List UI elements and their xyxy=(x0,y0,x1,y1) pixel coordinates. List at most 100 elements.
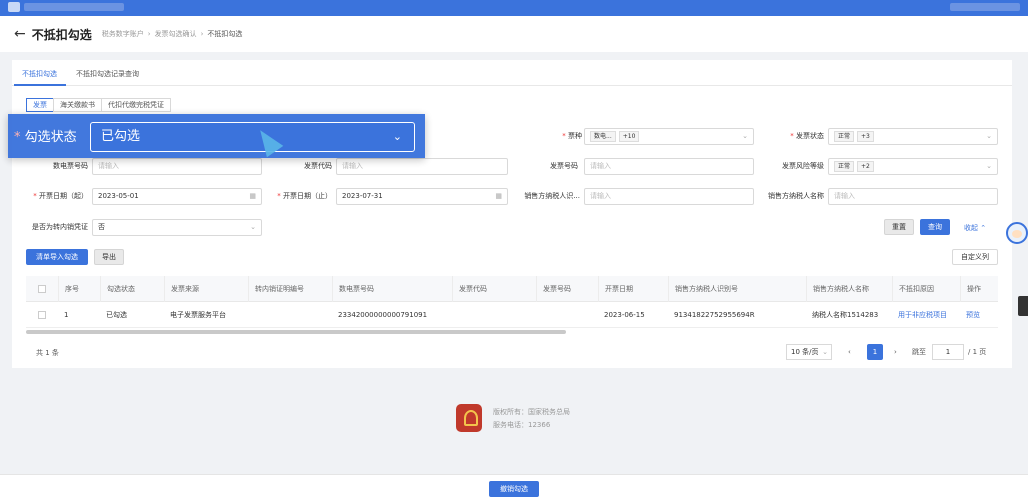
seller-id-label: 销售方纳税人识... xyxy=(524,192,580,200)
tax-bureau-emblem-icon xyxy=(456,404,482,432)
seller-name-label: 销售方纳税人名称 xyxy=(768,192,824,200)
custom-columns-button[interactable]: 自定义列 xyxy=(952,249,998,265)
digital-no-label: 数电票号码 xyxy=(53,162,88,170)
col-source: 发票来源 xyxy=(164,276,248,302)
calendar-icon: ▦ xyxy=(249,192,256,200)
col-date: 开票日期 xyxy=(598,276,668,302)
chevron-up-icon: ⌃ xyxy=(980,224,987,232)
app-name-blurred xyxy=(24,3,124,11)
assistant-mascot-icon[interactable] xyxy=(1004,216,1028,252)
bottom-action-bar: 撤销勾选 xyxy=(0,474,1028,501)
cell-transfer-no xyxy=(248,302,332,328)
collapse-link[interactable]: 收起 ⌃ xyxy=(964,223,986,233)
tab-bar: 不抵扣勾选 不抵扣勾选记录查询 xyxy=(12,60,1012,86)
cancel-selection-button[interactable]: 撤销勾选 xyxy=(489,481,539,497)
breadcrumb-current: 不抵扣勾选 xyxy=(207,30,243,38)
chevron-down-icon: ⌄ xyxy=(742,132,748,140)
col-index: 序号 xyxy=(58,276,100,302)
invoice-status-select[interactable]: 正常 +3 ⌄ xyxy=(828,128,998,145)
breadcrumb-item[interactable]: 发票勾选确认 xyxy=(155,30,197,38)
active-tab-indicator xyxy=(14,84,66,86)
subtab-invoice[interactable]: 发票 xyxy=(26,98,54,112)
table-row[interactable]: 1 已勾选 电子发票服务平台 23342000000000791091 2023… xyxy=(26,302,998,328)
invoice-no-input[interactable]: 请输入 xyxy=(584,158,754,175)
chevron-down-icon: ⌄ xyxy=(392,130,402,143)
subtab-withholding[interactable]: 代扣代缴完税凭证 xyxy=(101,98,171,112)
digital-no-input[interactable]: 请输入 xyxy=(92,158,262,175)
page-number-current[interactable]: 1 xyxy=(867,344,883,360)
invoice-no-label: 发票号码 xyxy=(550,162,578,170)
transfer-label: 是否为转内销凭证 xyxy=(32,223,88,231)
ticket-type-select[interactable]: 数电... +10 ⌄ xyxy=(584,128,754,145)
back-arrow-icon[interactable]: ← xyxy=(14,26,26,42)
mascot-face xyxy=(1012,230,1022,238)
col-reason: 不抵扣原因 xyxy=(892,276,960,302)
tab-record-query[interactable]: 不抵扣勾选记录查询 xyxy=(76,69,139,79)
service-phone-text: 服务电话：12366 xyxy=(493,421,551,429)
subtab-group: 发票 海关缴款书 代扣代缴完税凭证 xyxy=(26,98,171,112)
horizontal-scrollbar[interactable] xyxy=(26,330,566,334)
tab-no-deduction[interactable]: 不抵扣勾选 xyxy=(22,69,57,79)
transfer-select[interactable]: 否 ⌄ xyxy=(92,219,262,236)
page-size-select[interactable]: 10 条/页 ⌄ xyxy=(786,344,832,360)
select-status-label: * 勾选状态 xyxy=(14,130,77,145)
cell-reason-link[interactable]: 用于非应税项目 xyxy=(892,302,960,328)
risk-level-more: +2 xyxy=(857,160,874,172)
end-date-label: * 开票日期（止） xyxy=(277,192,332,200)
main-card: 不抵扣勾选 不抵扣勾选记录查询 发票 海关缴款书 代扣代缴完税凭证 * 票种 数… xyxy=(12,60,1012,368)
import-select-button[interactable]: 清单导入勾选 xyxy=(26,249,88,265)
next-page-icon[interactable]: › xyxy=(894,344,897,360)
cell-status: 已勾选 xyxy=(106,311,127,319)
col-operation: 操作 xyxy=(960,276,998,302)
start-date-picker[interactable]: 2023-05-01 ▦ xyxy=(92,188,262,205)
start-date-label: * 开票日期（起） xyxy=(33,192,88,200)
invoice-code-label: 发票代码 xyxy=(304,162,332,170)
seller-name-input[interactable]: 请输入 xyxy=(828,188,998,205)
total-count: 共 1 条 xyxy=(36,349,59,357)
seller-id-input[interactable]: 请输入 xyxy=(584,188,754,205)
top-bar xyxy=(0,0,1028,16)
cell-seller-id: 91341822752955694R xyxy=(674,311,755,319)
user-info-blurred[interactable] xyxy=(950,3,1020,11)
goto-page-input[interactable]: 1 xyxy=(932,344,964,360)
col-seller-id: 销售方纳税人识别号 xyxy=(668,276,806,302)
invoice-status-label: * 发票状态 xyxy=(790,132,824,140)
chevron-down-icon: ⌄ xyxy=(822,348,828,356)
total-pages: / 1 页 xyxy=(968,348,987,356)
end-date-picker[interactable]: 2023-07-31 ▦ xyxy=(336,188,508,205)
risk-level-select[interactable]: 正常 +2 ⌄ xyxy=(828,158,998,175)
invoice-status-more: +3 xyxy=(857,130,874,142)
col-digital-no: 数电票号码 xyxy=(332,276,452,302)
row-checkbox[interactable] xyxy=(38,311,46,319)
risk-level-label: 发票风险等级 xyxy=(782,162,824,170)
calendar-icon: ▦ xyxy=(495,192,502,200)
table-header: 序号 勾选状态 发票来源 转内销证明编号 数电票号码 发票代码 发票号码 开票日… xyxy=(26,276,998,302)
breadcrumb-item[interactable]: 税务数字账户 xyxy=(102,30,144,38)
ticket-type-more: +10 xyxy=(618,130,640,142)
reset-button[interactable]: 重置 xyxy=(884,219,914,235)
risk-level-tag: 正常 xyxy=(834,160,855,172)
cell-code xyxy=(452,302,536,328)
export-button[interactable]: 导出 xyxy=(94,249,124,265)
select-all-checkbox[interactable] xyxy=(38,285,46,293)
invoice-status-tag: 正常 xyxy=(834,130,855,142)
chevron-down-icon: ⌄ xyxy=(986,162,992,170)
ticket-type-label: * 票种 xyxy=(562,132,582,140)
cell-source: 电子发票服务平台 xyxy=(170,311,226,319)
col-seller-name: 销售方纳税人名称 xyxy=(806,276,892,302)
chevron-down-icon: ⌄ xyxy=(986,132,992,140)
invoice-code-input[interactable]: 请输入 xyxy=(336,158,508,175)
side-toolbar-icon[interactable] xyxy=(1018,296,1028,316)
breadcrumb-separator-icon: › xyxy=(147,30,151,38)
goto-label: 跳至 xyxy=(912,348,926,356)
copyright-text: 版权所有：国家税务总局 xyxy=(493,408,570,416)
query-button[interactable]: 查询 xyxy=(920,219,950,235)
ticket-type-tag: 数电... xyxy=(590,130,616,142)
cell-index: 1 xyxy=(64,311,69,319)
col-code: 发票代码 xyxy=(452,276,536,302)
subtab-customs[interactable]: 海关缴款书 xyxy=(53,98,102,112)
preview-link[interactable]: 预览 xyxy=(960,302,998,328)
col-status: 勾选状态 xyxy=(100,276,164,302)
title-bar: ← 不抵扣勾选 税务数字账户 › 发票勾选确认 › 不抵扣勾选 xyxy=(0,16,1028,52)
prev-page-icon[interactable]: ‹ xyxy=(848,344,851,360)
